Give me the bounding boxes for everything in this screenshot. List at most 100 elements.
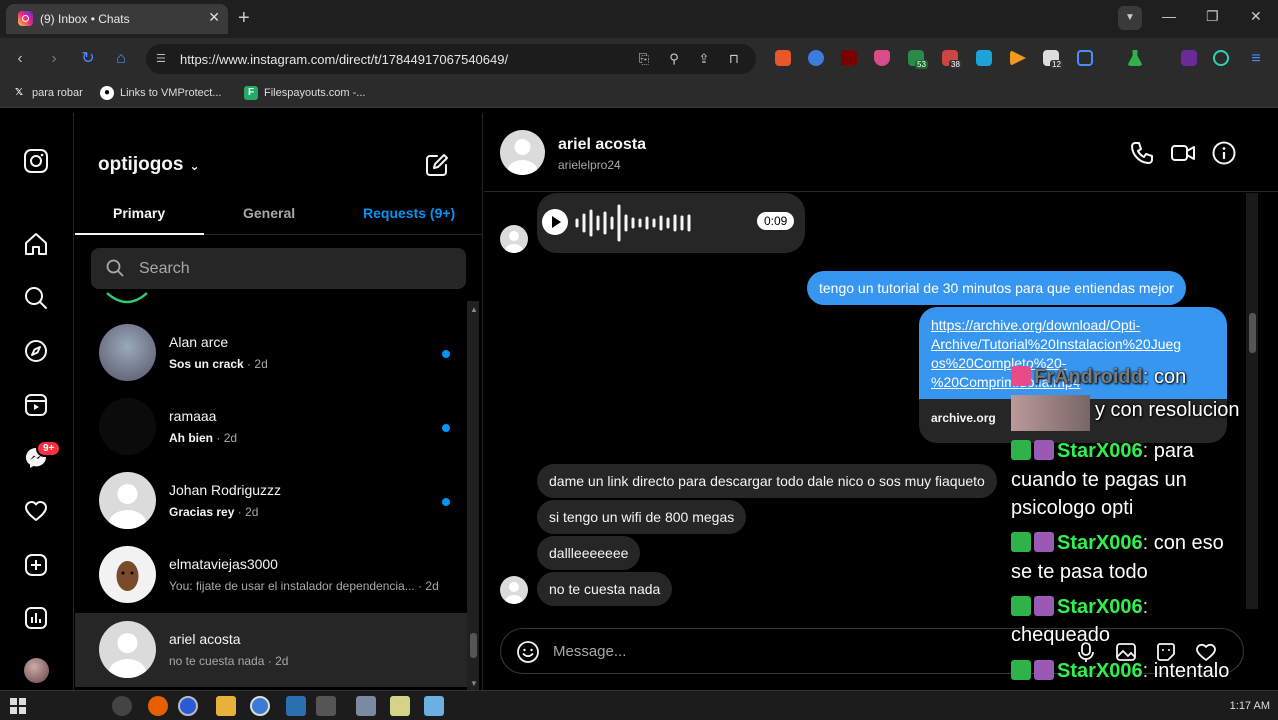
labs-flask-icon[interactable] (1127, 50, 1143, 66)
tab-general[interactable]: General (243, 205, 295, 221)
unread-dot (442, 350, 450, 358)
sender-avatar (500, 225, 528, 253)
chat-avatar[interactable] (500, 130, 545, 175)
overlay-chat-line: psicologo opti (1011, 497, 1134, 519)
search-placeholder: Search (139, 260, 190, 277)
unread-dot (442, 498, 450, 506)
conversation-item[interactable]: Johan Rodriguzzz Gracias rey · 2d (75, 464, 467, 538)
scroll-up-icon[interactable]: ▲ (470, 305, 478, 314)
share-icon[interactable]: ⇪ (696, 51, 712, 67)
dashboard-chart-icon[interactable] (23, 605, 49, 631)
tab-requests[interactable]: Requests (9+) (363, 205, 455, 221)
taskbar-app-2-icon[interactable] (286, 696, 306, 716)
zoom-icon[interactable]: ⚲ (666, 51, 682, 67)
conversation-name: Johan Rodriguzzz (169, 482, 282, 498)
overlay-webcam-thumbnail (1011, 395, 1090, 431)
video-call-icon[interactable] (1170, 140, 1196, 166)
tab-list-chevron-icon[interactable]: ▼ (1118, 6, 1142, 30)
site-settings-icon[interactable]: ☰ (156, 52, 170, 66)
create-plus-icon[interactable] (23, 552, 49, 578)
conversation-item[interactable]: ramaaa Ah bien · 2d (75, 390, 467, 464)
chat-name[interactable]: ariel acosta (558, 136, 646, 154)
chat-scroll-thumb[interactable] (1249, 313, 1256, 353)
sub-badge-icon (1034, 532, 1054, 552)
extension-shield-icon[interactable] (874, 50, 890, 66)
inbox-scroll-thumb[interactable] (470, 633, 477, 658)
minimize-icon[interactable]: — (1162, 8, 1176, 24)
scroll-down-icon[interactable]: ▼ (470, 679, 478, 688)
conversation-preview: You: fijate de usar el instalador depend… (169, 579, 439, 593)
tab-close-icon[interactable]: ✕ (208, 9, 220, 26)
extension-2-icon[interactable] (808, 50, 824, 66)
explore-compass-icon[interactable] (23, 338, 49, 364)
filespayouts-icon: F (244, 86, 258, 100)
inbox-tabs: Primary General Requests (9+) (75, 193, 483, 235)
new-message-compose-icon[interactable] (424, 152, 450, 178)
reload-icon[interactable]: ↻ (78, 49, 98, 69)
restore-icon[interactable]: ❐ (1206, 8, 1219, 25)
window-close-icon[interactable]: ✕ (1250, 8, 1262, 25)
address-url: https://www.instagram.com/direct/t/17844… (180, 52, 509, 67)
extension-badge: 53 (915, 60, 928, 69)
forward-icon[interactable]: › (44, 49, 64, 69)
scrolled-story-ring (106, 292, 148, 304)
bookmark-filespayouts[interactable]: F Filespayouts.com -... (244, 86, 365, 100)
new-tab-icon[interactable]: + (238, 7, 250, 30)
chat-username: arielelpro24 (558, 158, 621, 172)
taskbar-app-5-icon[interactable] (424, 696, 444, 716)
extension-3-icon[interactable] (841, 50, 857, 66)
file-explorer-icon[interactable] (216, 696, 236, 716)
search-nav-icon[interactable] (23, 285, 49, 311)
notifications-heart-icon[interactable] (23, 498, 49, 524)
menu-icon[interactable]: ≡ (1246, 49, 1266, 69)
instagram-logo-icon[interactable] (23, 148, 49, 174)
install-app-icon[interactable]: ⎘ (636, 51, 652, 67)
conversation-item-active[interactable]: ariel acosta no te cuesta nada · 2d (75, 613, 467, 687)
play-icon[interactable] (542, 209, 568, 235)
taskbar-browser-icon[interactable] (178, 696, 198, 716)
conversation-item[interactable]: elmataviejas3000 You: fijate de usar el … (75, 538, 467, 612)
taskbar-app-4-icon[interactable] (356, 696, 376, 716)
inbox-scrollbar[interactable] (467, 301, 479, 690)
conversation-name: ramaaa (169, 408, 217, 424)
conversation-item[interactable]: Alan arce Sos un crack · 2d (75, 316, 467, 390)
windows-start-icon[interactable] (8, 696, 28, 716)
active-browser-icon[interactable] (250, 696, 270, 716)
emoji-icon[interactable] (516, 640, 540, 664)
reels-icon[interactable] (23, 392, 49, 418)
search-icon (106, 259, 124, 277)
home-nav-icon[interactable] (23, 231, 49, 257)
profile-icon[interactable] (1213, 50, 1229, 66)
voice-message[interactable]: 0:09 (537, 193, 805, 253)
phone-call-icon[interactable] (1129, 140, 1155, 166)
home-icon[interactable]: ⌂ (111, 49, 131, 69)
extension-translate-icon[interactable] (976, 50, 992, 66)
conversation-avatar (99, 324, 156, 381)
extension-1-icon[interactable] (775, 50, 791, 66)
browser-tab-inbox[interactable]: (9) Inbox • Chats ✕ (6, 4, 228, 34)
conversation-info-icon[interactable] (1211, 140, 1237, 166)
sword-badge-icon (1011, 440, 1031, 460)
outgoing-message: tengo un tutorial de 30 minutos para que… (807, 271, 1186, 305)
search-input[interactable]: Search (91, 248, 466, 289)
extensions-puzzle-icon[interactable] (1077, 50, 1093, 66)
bookmark-para-robar[interactable]: 𝕏para robar (12, 86, 83, 100)
browser-tabbar: (9) Inbox • Chats ✕ + ▼ — ❐ ✕ (0, 0, 1278, 38)
account-switcher[interactable]: optijogos ⌄ (98, 154, 200, 176)
address-bar[interactable]: ☰ https://www.instagram.com/direct/t/178… (146, 44, 756, 74)
taskbar-app-1-icon[interactable] (112, 696, 132, 716)
notepad-icon[interactable] (390, 696, 410, 716)
tab-primary[interactable]: Primary (113, 205, 165, 221)
extension-play-icon[interactable] (1010, 50, 1026, 66)
profile-avatar[interactable] (24, 658, 49, 683)
overlay-chat-line: StarX006: (1011, 596, 1148, 619)
back-icon[interactable]: ‹ (10, 49, 30, 69)
extension-7-icon[interactable] (1181, 50, 1197, 66)
taskbar-app-3-icon[interactable] (316, 696, 336, 716)
inbox-panel: optijogos ⌄ Primary General Requests (9+)… (75, 113, 483, 690)
bookmark-icon[interactable]: ⊓ (726, 51, 742, 67)
overlay-chat-line: cuando te pagas un (1011, 469, 1187, 491)
firefox-icon[interactable] (148, 696, 168, 716)
conversation-avatar (99, 621, 156, 678)
bookmark-vmprotect[interactable]: ● Links to VMProtect... (100, 86, 221, 100)
